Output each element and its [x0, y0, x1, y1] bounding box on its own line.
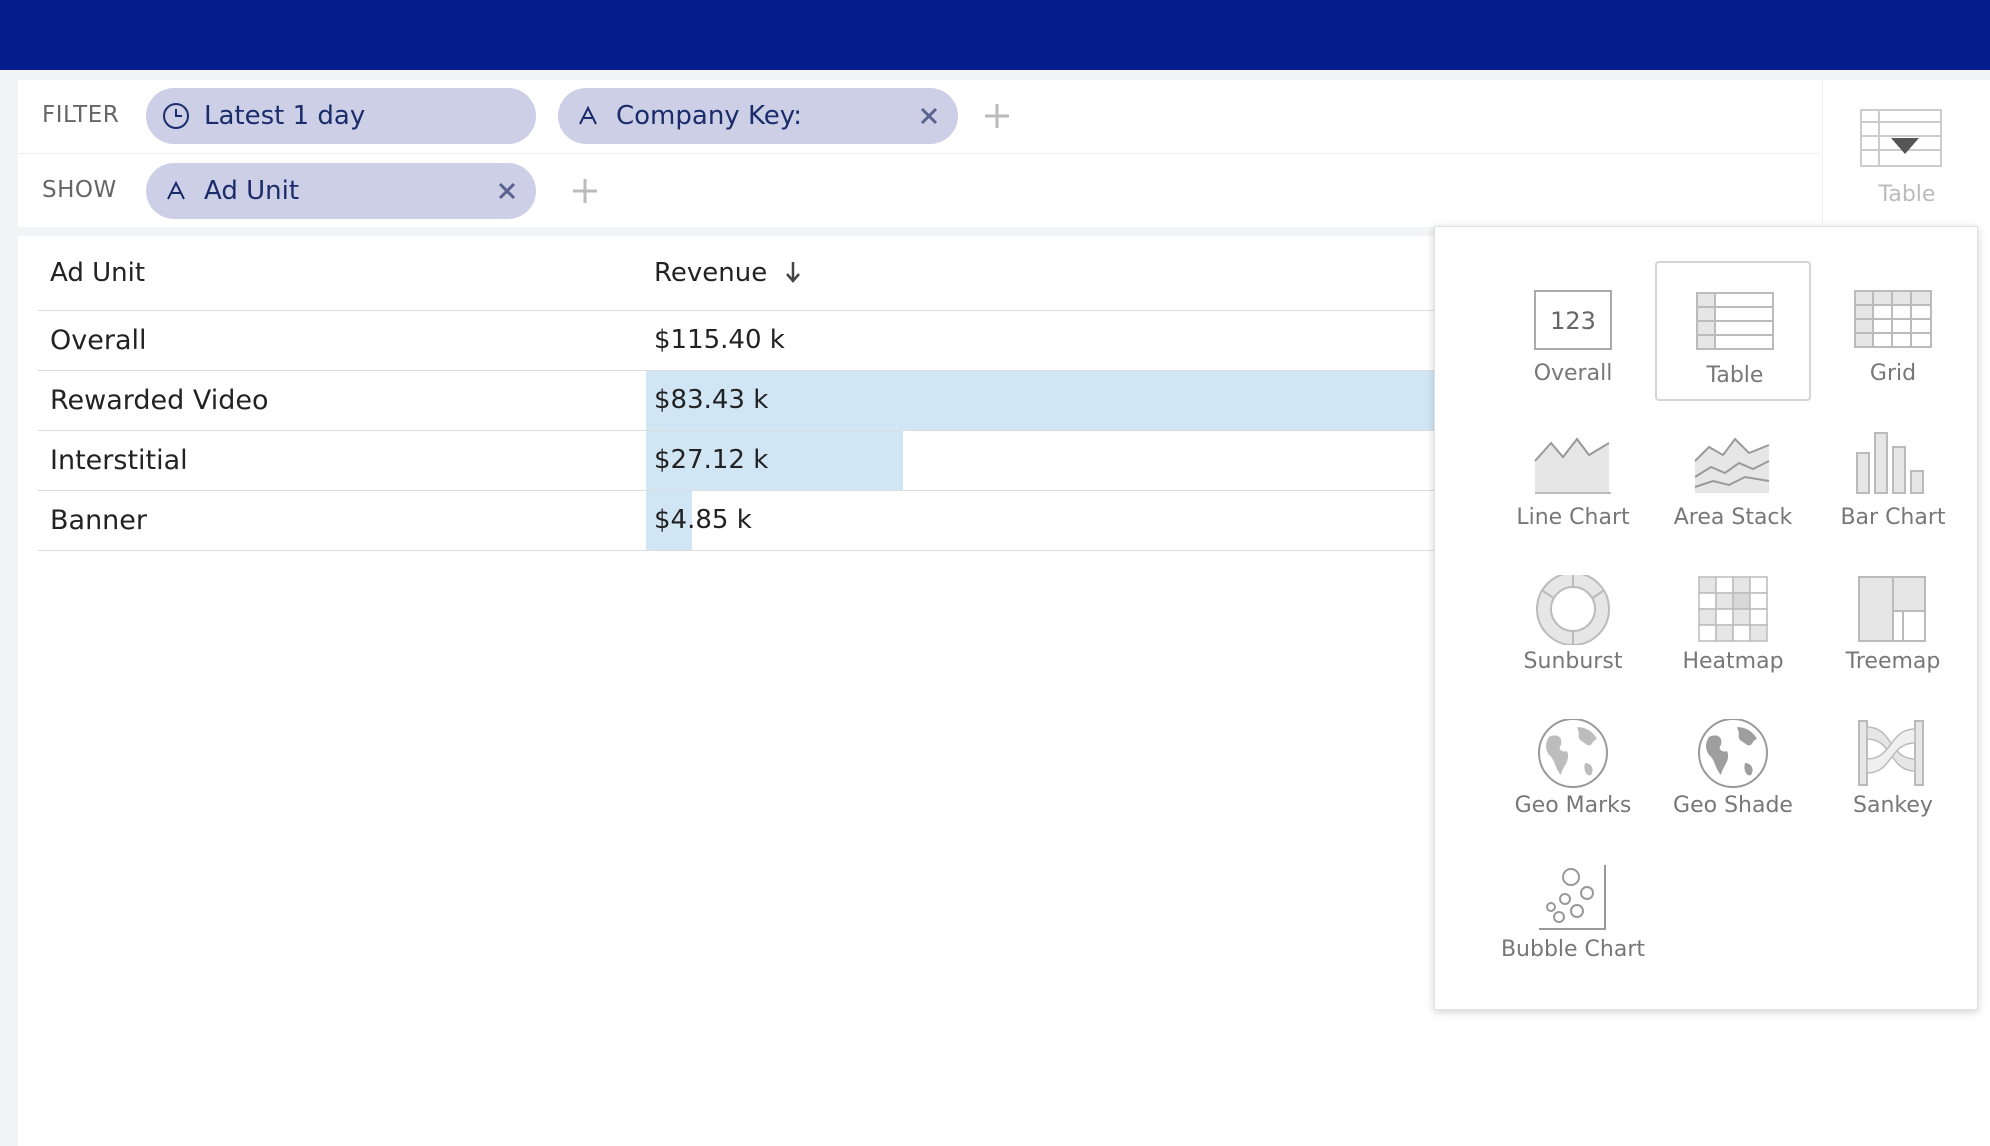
- show-pill-label: Ad Unit: [204, 176, 300, 206]
- viz-option-grid[interactable]: Grid: [1815, 261, 1971, 401]
- viz-option-heatmap[interactable]: Heatmap: [1655, 549, 1811, 689]
- viz-option-overall[interactable]: 123 Overall: [1495, 261, 1651, 401]
- table-icon: [1860, 109, 1942, 167]
- add-dimension-button[interactable]: [570, 176, 600, 206]
- viz-option-geo-marks[interactable]: Geo Marks: [1495, 693, 1651, 833]
- viz-option-bar-chart[interactable]: Bar Chart: [1815, 405, 1971, 545]
- svg-text:123: 123: [1550, 307, 1596, 335]
- row-label: Interstitial: [50, 445, 188, 476]
- bubble-chart-icon: [1539, 865, 1606, 930]
- table-divider: [38, 550, 1438, 551]
- filter-label: FILTER: [42, 102, 120, 128]
- viz-option-sankey[interactable]: Sankey: [1815, 693, 1971, 833]
- sankey-icon: [1858, 720, 1924, 786]
- text-attribute-icon: [579, 105, 597, 125]
- number-icon: 123: [1534, 290, 1612, 350]
- show-pill-ad-unit[interactable]: Ad Unit: [146, 163, 536, 219]
- visualization-type-label: Table: [1878, 182, 1936, 207]
- table-icon: [1696, 292, 1774, 350]
- viz-option-sunburst[interactable]: Sunburst: [1495, 549, 1651, 689]
- viz-option-treemap[interactable]: Treemap: [1815, 549, 1971, 689]
- filter-pill-label: Latest 1 day: [204, 101, 366, 131]
- table-divider: [38, 490, 1438, 491]
- dropdown-caret-icon: [1891, 138, 1919, 154]
- viz-option-bubble-chart[interactable]: Bubble Chart: [1495, 837, 1651, 977]
- bar-chart-icon: [1856, 432, 1924, 494]
- viz-option-area-stack[interactable]: Area Stack: [1655, 405, 1811, 545]
- row-value: $83.43 k: [654, 385, 769, 415]
- filter-pill-company-key[interactable]: Company Key:: [558, 88, 958, 144]
- viz-option-geo-shade[interactable]: Geo Shade: [1655, 693, 1811, 833]
- add-filter-button[interactable]: [982, 101, 1012, 131]
- table-divider: [38, 310, 1438, 311]
- show-label: SHOW: [42, 177, 117, 203]
- row-value: $27.12 k: [654, 445, 769, 475]
- row-label: Banner: [50, 505, 148, 536]
- column-header-ad-unit[interactable]: Ad Unit: [50, 258, 145, 288]
- visualization-type-button[interactable]: Table: [1822, 80, 1990, 225]
- line-chart-icon: [1534, 437, 1611, 494]
- globe-shaded-icon: [1698, 719, 1768, 788]
- row-label: Rewarded Video: [50, 385, 269, 416]
- filter-pill-time-range[interactable]: Latest 1 day: [146, 88, 536, 144]
- row-value: $115.40 k: [654, 325, 785, 355]
- top-navigation-bar: [0, 0, 1990, 70]
- filter-row: FILTER Latest 1 day Company Key:: [18, 80, 1820, 154]
- viz-option-label: Treemap: [1845, 649, 1941, 674]
- viz-option-label: Grid: [1869, 361, 1917, 386]
- grid-icon: [1854, 290, 1932, 348]
- visualization-picker-popup: 123 Overall Table Grid Line Chart Area Stack B…: [1434, 226, 1978, 1010]
- clock-icon: [163, 103, 189, 129]
- close-icon[interactable]: [494, 178, 520, 204]
- close-icon[interactable]: [916, 103, 942, 129]
- area-stack-icon: [1694, 437, 1770, 493]
- row-value: $4.85 k: [654, 505, 752, 535]
- text-attribute-icon: [167, 180, 185, 200]
- filter-pill-label: Company Key:: [616, 101, 802, 131]
- viz-option-label: Bar Chart: [1840, 505, 1946, 530]
- show-row: SHOW Ad Unit: [18, 155, 1820, 227]
- viz-option-label: Bubble Chart: [1500, 937, 1646, 962]
- globe-icon: [1538, 719, 1608, 788]
- column-header-label: Revenue: [654, 258, 768, 288]
- arrow-down-icon: [785, 262, 800, 283]
- column-header-revenue[interactable]: Revenue: [654, 258, 802, 288]
- viz-option-label: Sankey: [1853, 793, 1933, 818]
- treemap-icon: [1858, 576, 1926, 642]
- viz-option-line-chart[interactable]: Line Chart: [1495, 405, 1651, 545]
- heatmap-icon: [1698, 576, 1768, 642]
- sunburst-icon: [1536, 575, 1610, 645]
- viz-option-table[interactable]: Table: [1655, 261, 1811, 401]
- row-label: Overall: [50, 325, 147, 356]
